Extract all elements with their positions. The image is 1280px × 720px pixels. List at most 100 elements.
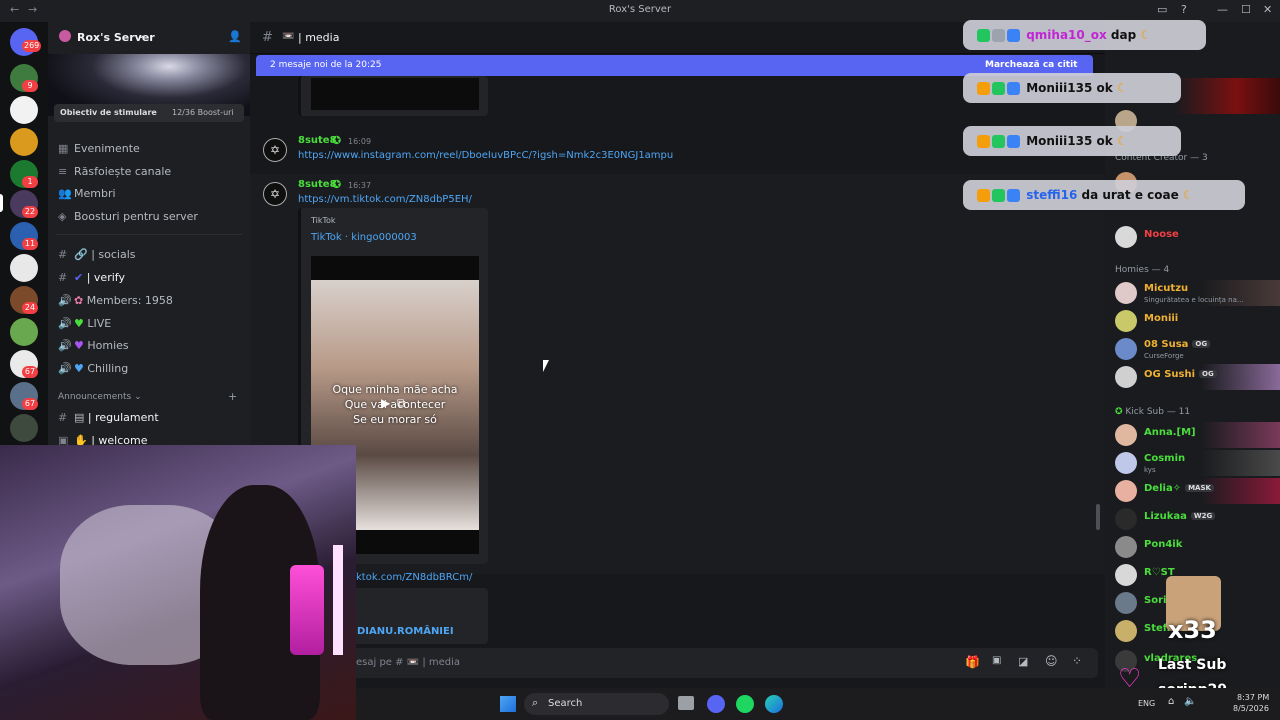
inbox-icon[interactable]: ▭ — [1157, 3, 1167, 16]
member-item[interactable]: Pon4ik — [1105, 534, 1280, 560]
channel-members-count[interactable]: 🔊 ✿ Members: 1958 — [58, 292, 173, 310]
sticker-icon[interactable]: ◪ — [1018, 655, 1028, 668]
window-title: Rox's Server — [608, 4, 672, 15]
gift-icon[interactable]: 🎁 — [965, 655, 980, 669]
member-item[interactable]: Lizukaa W2G — [1105, 506, 1280, 532]
network-icon[interactable]: ⌂ — [1168, 696, 1174, 707]
server-icon[interactable] — [10, 128, 38, 156]
moon-icon: ☾ — [1182, 188, 1194, 202]
close-icon[interactable]: ✕ — [1263, 3, 1272, 16]
sub-count: x33 — [1168, 616, 1217, 644]
blue-heart-icon: ♥ — [74, 362, 88, 375]
server-icon[interactable] — [10, 414, 38, 442]
mention-badge: 269 — [22, 40, 42, 52]
role-tag: MASK — [1185, 484, 1214, 492]
member-item[interactable]: 08 Susa OG CurseForge — [1105, 336, 1280, 362]
spotify-icon[interactable] — [736, 695, 754, 713]
role-tag: OG — [1192, 340, 1211, 348]
avatar[interactable]: ✡ — [263, 182, 287, 206]
volume-icon[interactable]: 🔈 — [1184, 696, 1196, 707]
emoji-icon[interactable]: ☺ — [1045, 654, 1058, 668]
verified-badge-icon: ✪ — [332, 178, 342, 191]
play-icon[interactable]: ▶ — [381, 396, 390, 410]
badge-icon — [992, 189, 1005, 202]
windows-start-icon[interactable] — [500, 696, 516, 712]
boost-icon: ◈ — [58, 210, 67, 223]
new-messages-label: 2 mesaje noi de la 20:25 — [270, 60, 382, 70]
badge-icon — [1007, 82, 1020, 95]
boost-goal-bar[interactable]: Obiectiv de stimulare 12/36 Boost-uri — [54, 104, 244, 122]
group-header-kick-sub: ✪ Kick Sub — 11 — [1115, 407, 1191, 417]
apps-icon[interactable]: ⁘ — [1072, 654, 1082, 668]
member-item[interactable]: Delia✧ MASK — [1105, 478, 1280, 504]
moon-icon: ☾ — [1116, 134, 1128, 148]
sidebar-item-members[interactable]: 👥 Membri — [58, 185, 116, 203]
server-header[interactable]: Rox's Server ⌄ 👤 — [48, 22, 250, 54]
avatar — [1115, 282, 1137, 304]
channel-regulament[interactable]: # ▤ | regulament — [58, 409, 159, 427]
mention-badge: 1 — [22, 176, 38, 188]
file-explorer-icon[interactable] — [678, 696, 694, 710]
channel-homies[interactable]: 🔊 ♥ Homies — [58, 337, 129, 355]
member-item[interactable]: OG Sushi OG — [1105, 364, 1280, 390]
embed-provider: TikTok — [311, 216, 336, 225]
sidebar-item-browse-channels[interactable]: ≡ Răsfoiește canale — [58, 163, 171, 181]
edge-icon[interactable] — [765, 695, 783, 713]
overlay-chat-message: Moniii135 ok ☾ — [963, 126, 1181, 156]
avatar — [1115, 338, 1137, 360]
channel-live[interactable]: 🔊 ♥ LIVE — [58, 315, 111, 333]
moon-icon: ☾ — [1140, 28, 1152, 42]
channel-socials[interactable]: # 🔗 | socials — [58, 246, 136, 264]
embed-title[interactable]: DIANU.ROMÂNIEI — [357, 626, 454, 637]
gif-icon[interactable]: ▣ — [992, 655, 1001, 666]
message-author[interactable]: 8sute8 — [298, 135, 337, 146]
chevron-down-icon: ⌄ — [137, 30, 146, 41]
message-link[interactable]: https://www.instagram.com/reel/DboeIuvBP… — [298, 150, 673, 161]
scrollbar[interactable] — [1096, 504, 1100, 530]
badge-icon — [992, 135, 1005, 148]
server-icon[interactable] — [10, 318, 38, 346]
discord-icon[interactable] — [707, 695, 725, 713]
selected-server-pill — [0, 194, 3, 212]
taskbar: ⌕ Search ENG ⌂ 🔈 8:37 PM 8/5/2026 — [356, 688, 1280, 720]
message-author[interactable]: 8sute8 — [298, 179, 337, 190]
server-avatar-icon — [59, 30, 71, 42]
category-announcements[interactable]: Announcements ⌄ — [58, 392, 142, 402]
mention-badge: 24 — [22, 302, 38, 314]
group-header-homies: Homies — 4 — [1115, 265, 1170, 275]
create-channel-icon[interactable]: + — [228, 390, 237, 403]
sidebar-item-events[interactable]: ▦ Evenimente — [58, 140, 140, 158]
member-item[interactable]: Noose — [1105, 224, 1280, 250]
message-composer[interactable]: esaj pe # 📼 | media 🎁 ▣ ◪ ☺ ⁘ — [256, 648, 1098, 678]
avatar — [1115, 592, 1137, 614]
message-link[interactable]: ktok.com/ZN8dbBRCm/ — [356, 572, 472, 583]
member-item[interactable]: Anna.[M] — [1105, 422, 1280, 448]
message-link[interactable]: https://vm.tiktok.com/ZN8dbP5EH/ — [298, 194, 472, 205]
crown-icon — [977, 135, 990, 148]
badge-icon — [1007, 29, 1020, 42]
channel-chilling[interactable]: 🔊 ♥ Chilling — [58, 360, 128, 378]
mention-badge: 9 — [22, 80, 38, 92]
language-indicator[interactable]: ENG — [1138, 699, 1155, 708]
server-icon[interactable] — [10, 254, 38, 282]
member-item[interactable]: Cosmin kys — [1105, 450, 1280, 476]
message-input[interactable]: esaj pe # 📼 | media — [356, 657, 460, 668]
scroll-icon: ▤ — [74, 411, 88, 424]
clock-date: 8/5/2026 — [1233, 704, 1269, 713]
minimize-icon[interactable]: — — [1217, 3, 1228, 16]
member-item[interactable]: Micutzu Singurătatea e locuința na... — [1105, 280, 1280, 306]
add-member-icon[interactable]: 👤 — [228, 30, 242, 43]
open-external-icon[interactable]: ⧉ — [397, 396, 406, 411]
sidebar-item-boosts[interactable]: ◈ Boosturi pentru server — [58, 208, 198, 226]
server-icon[interactable] — [10, 96, 38, 124]
member-item[interactable]: Moniii — [1105, 308, 1280, 334]
message: ✡ 8sute8 ✪ 16:37 https://vm.tiktok.com/Z… — [250, 174, 1105, 574]
embed-title[interactable]: TikTok · kingo000003 — [311, 232, 417, 243]
maximize-icon[interactable]: ☐ — [1241, 3, 1251, 16]
help-icon[interactable]: ? — [1181, 3, 1187, 16]
clock-time: 8:37 PM — [1237, 693, 1270, 702]
avatar[interactable]: ✡ — [263, 138, 287, 162]
channel-verify[interactable]: # ✔ | verify — [58, 269, 125, 287]
taskbar-search[interactable]: ⌕ Search — [524, 693, 669, 715]
overlay-chat-message: qmiha10_ox dap ☾ — [963, 20, 1206, 50]
